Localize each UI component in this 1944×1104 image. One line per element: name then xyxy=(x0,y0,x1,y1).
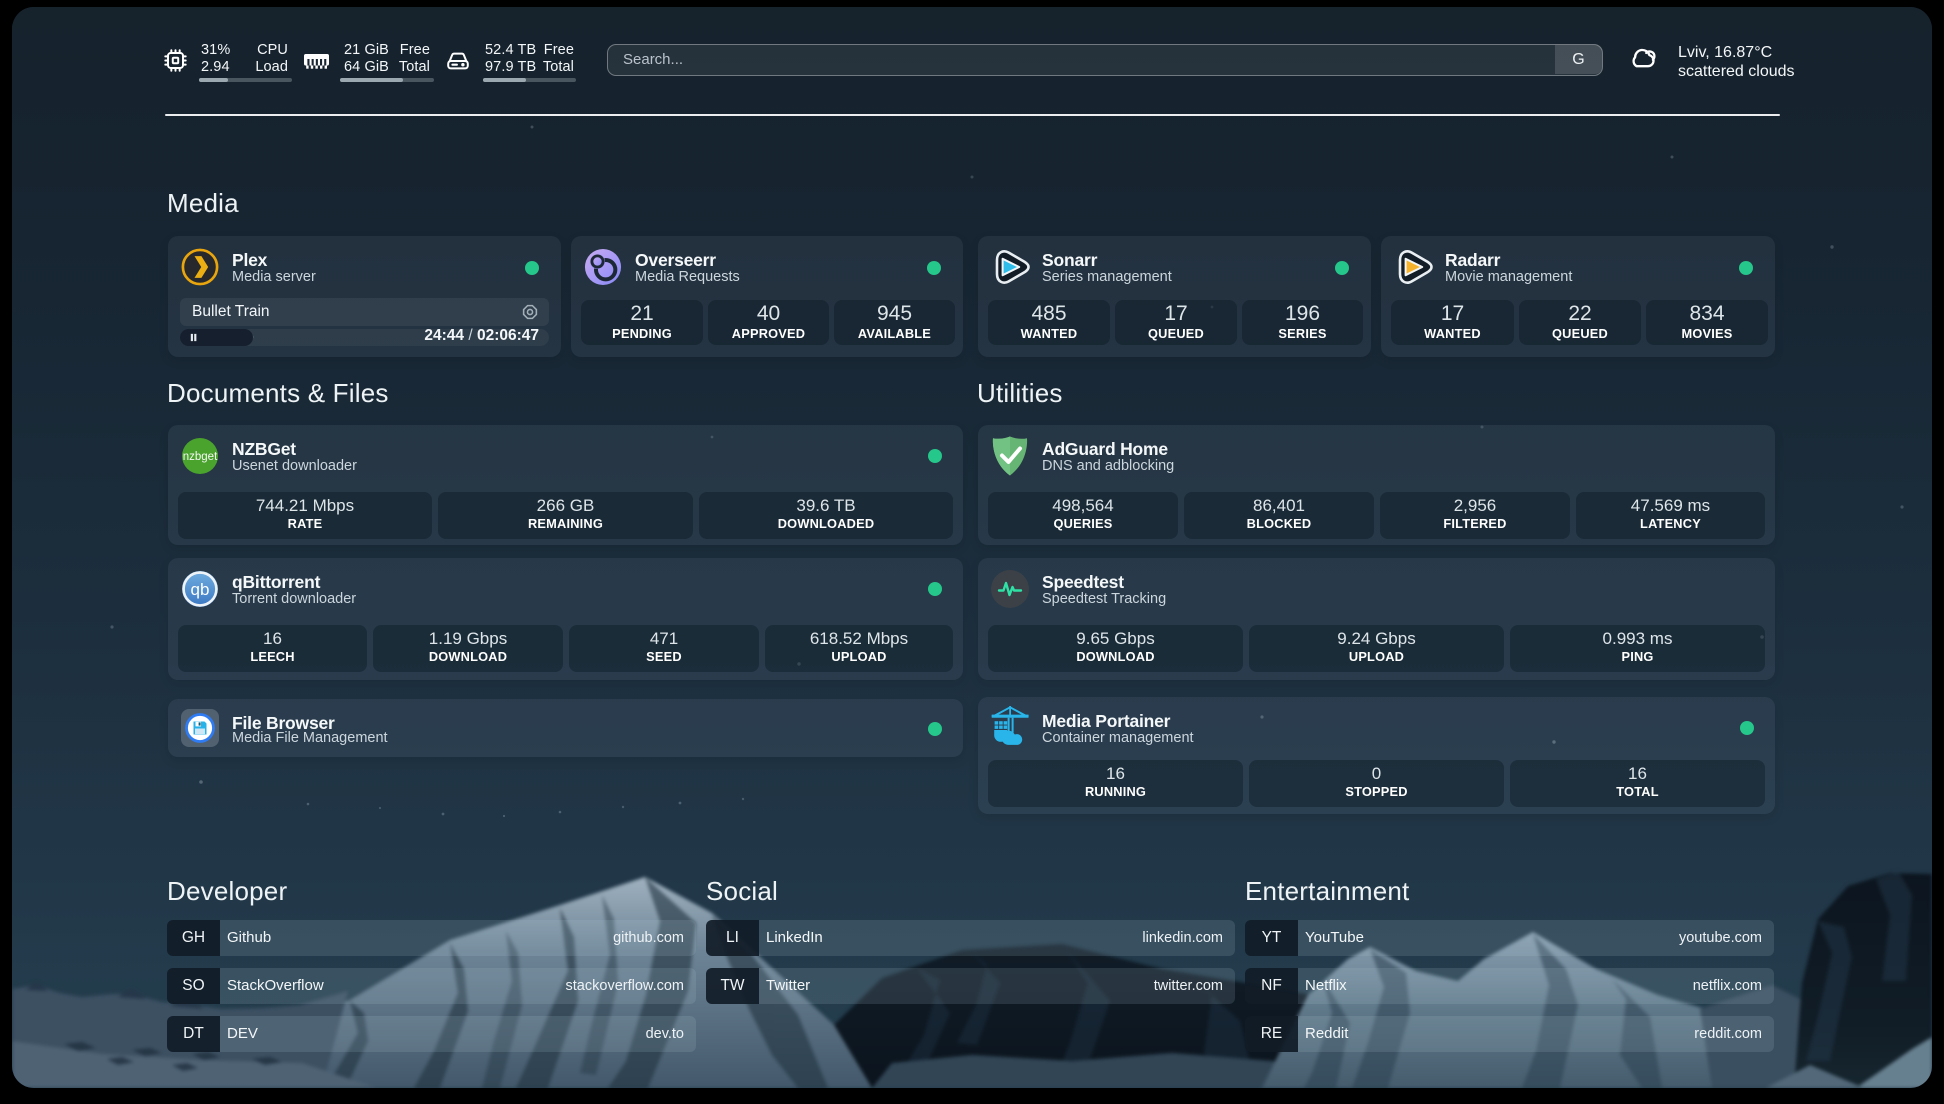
svg-text:qb: qb xyxy=(191,580,210,599)
svg-text:nzbget: nzbget xyxy=(183,451,218,463)
